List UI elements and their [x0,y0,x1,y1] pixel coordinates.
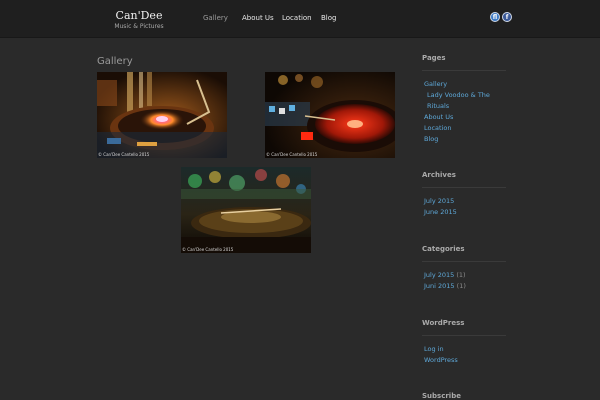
meta-link-wordpress[interactable]: WordPress [424,356,458,365]
category-link-juni-2015[interactable]: Juni 2015 [424,282,455,290]
sidebar-link-lady-voodoo-cont[interactable]: Rituals [427,102,449,111]
sidebar-link-lady-voodoo[interactable]: Lady Voodoo & The [427,91,490,100]
meta-link-log-in[interactable]: Log in [424,345,444,354]
category-link-july-2015[interactable]: July 2015 [424,271,454,279]
sidebar-link-gallery[interactable]: Gallery [424,80,447,89]
sidebar-link-about-us[interactable]: About Us [424,113,453,122]
archive-link-june-2015[interactable]: June 2015 [424,208,457,217]
category-count: (1) [456,271,466,279]
site-title[interactable]: Can'Dee [112,9,166,23]
widget-divider [422,261,506,262]
widget-divider [422,335,506,336]
nav-gallery[interactable]: Gallery [203,14,228,22]
widget-title-pages: Pages [422,54,446,62]
gallery-image-turntable-warm[interactable]: © Can'Dee Cantello 2015 [97,72,227,158]
site-tagline: Music & Pictures [114,23,164,30]
flickr-icon[interactable]: fl [490,12,500,22]
facebook-icon[interactable]: f [502,12,512,22]
nav-about-us[interactable]: About Us [242,14,274,22]
category-item: July 2015 (1) [424,271,466,280]
archive-link-july-2015[interactable]: July 2015 [424,197,454,206]
social-links: fl f [490,12,512,22]
widget-title-wordpress: WordPress [422,319,465,327]
gallery-image-turntable-red[interactable]: © Can'Dee Cantello 2015 [265,72,395,158]
widget-divider [422,187,506,188]
widget-divider [422,70,506,71]
turntable-warm-photo [97,72,227,158]
site-header: Can'Dee Music & Pictures Gallery About U… [0,0,600,38]
sidebar-link-location[interactable]: Location [424,124,452,133]
category-count: (1) [456,282,466,290]
widget-title-subscribe: Subscribe [422,392,461,400]
site-logo[interactable]: Can'Dee Music & Pictures [112,9,166,31]
image-caption: © Can'Dee Cantello 2015 [98,152,150,157]
gallery-image-turntable-bokeh[interactable]: © Can'Dee Cantello 2015 [181,167,311,253]
turntable-red-photo [265,72,395,158]
widget-title-archives: Archives [422,171,456,179]
image-caption: © Can'Dee Cantello 2015 [182,247,234,252]
turntable-bokeh-photo [181,167,311,253]
page-title: Gallery [97,56,133,67]
sidebar-link-blog[interactable]: Blog [424,135,438,144]
category-item: Juni 2015 (1) [424,282,466,291]
nav-location[interactable]: Location [282,14,312,22]
image-caption: © Can'Dee Cantello 2015 [266,152,318,157]
nav-blog[interactable]: Blog [321,14,336,22]
widget-title-categories: Categories [422,245,465,253]
